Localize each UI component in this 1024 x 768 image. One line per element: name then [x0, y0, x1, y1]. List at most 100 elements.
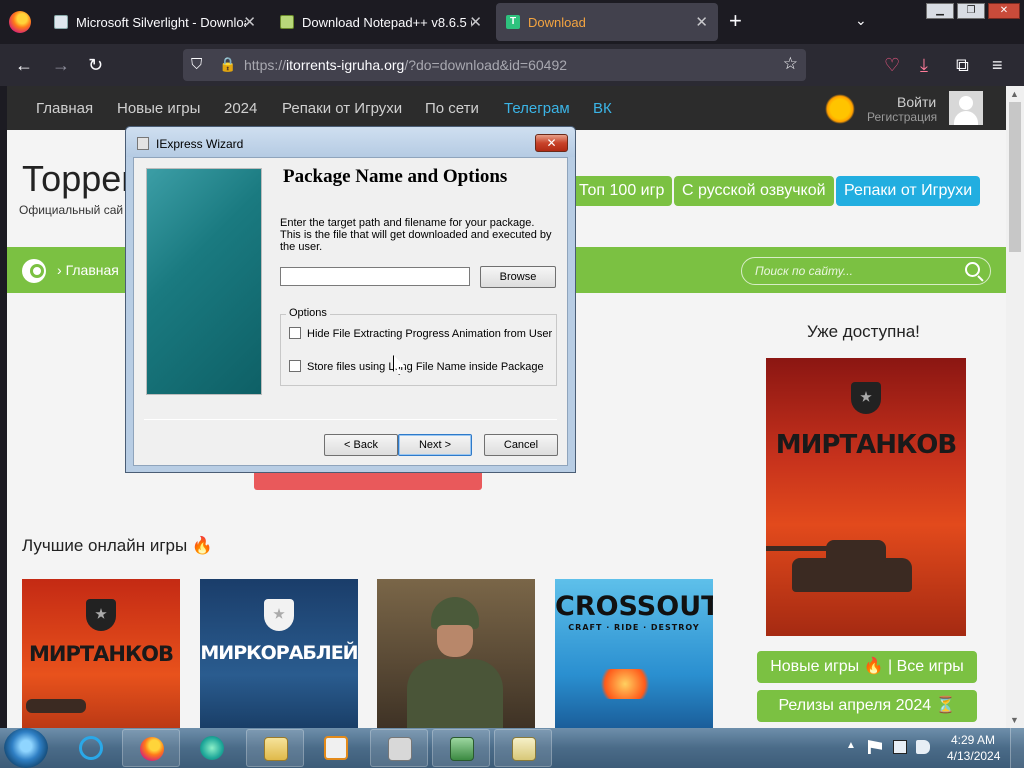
- new-games-button[interactable]: Новые игры 🔥 | Все игры: [757, 651, 977, 683]
- site-nav-online[interactable]: По сети: [425, 100, 479, 117]
- game-card-world-of-warships[interactable]: МИРКОРАБЛЕЙ: [200, 579, 358, 728]
- silverlight-favicon-icon: [54, 15, 68, 29]
- package-path-input[interactable]: [280, 267, 470, 286]
- volume-muted-icon[interactable]: [916, 740, 930, 754]
- login-link[interactable]: Войти: [897, 94, 936, 110]
- extensions-icon[interactable]: ⧉: [956, 55, 969, 75]
- new-tab-button[interactable]: +: [729, 8, 742, 34]
- url-bar[interactable]: ⛉ 🔒 https://itorrents-igruha.org/?do=dow…: [183, 49, 806, 81]
- url-path: /?do=download&id=60492: [404, 57, 568, 73]
- maximize-button[interactable]: ❐: [957, 3, 985, 19]
- bookmark-star-icon[interactable]: ☆: [783, 54, 798, 74]
- taskbar-task-manager[interactable]: [432, 729, 490, 767]
- scrollbar-thumb[interactable]: [1009, 102, 1021, 252]
- breadcrumb[interactable]: › Главная: [57, 262, 119, 278]
- network-icon[interactable]: [893, 740, 907, 754]
- forward-icon[interactable]: →: [52, 55, 70, 75]
- dialog-close-button[interactable]: ✕: [535, 134, 568, 152]
- available-title: Уже доступна!: [807, 322, 920, 341]
- show-desktop-button[interactable]: [1010, 728, 1024, 768]
- next-button[interactable]: Next >: [398, 434, 472, 456]
- reload-icon[interactable]: ↻: [88, 55, 103, 75]
- clock-date[interactable]: 4/13/2024: [947, 749, 1000, 763]
- tab-notepad[interactable]: Download Notepad++ v8.6.5 (s ✕: [270, 3, 492, 41]
- tray-expand-icon[interactable]: ▲: [846, 740, 856, 751]
- register-link[interactable]: Регистрация: [867, 110, 937, 124]
- tab-title: Download: [528, 14, 586, 30]
- promo-banner-world-of-tanks[interactable]: МИРТАНКОВ: [766, 358, 966, 636]
- option-long-file-name[interactable]: Store files using Long File Name inside …: [289, 360, 544, 373]
- action-center-flag-icon[interactable]: [868, 740, 882, 754]
- site-search-input[interactable]: Поиск по сайту...: [741, 257, 991, 285]
- taskbar-firefox[interactable]: [122, 729, 180, 767]
- pill-russian-voice[interactable]: С русской озвучкой: [674, 176, 834, 206]
- lock-icon[interactable]: 🔒: [219, 56, 236, 73]
- firefox-icon: [140, 737, 164, 761]
- game-card-soldier[interactable]: [377, 579, 535, 728]
- back-icon[interactable]: ←: [15, 55, 33, 75]
- notepad-icon: [512, 737, 536, 761]
- scroll-up-icon[interactable]: ▲: [1010, 89, 1019, 99]
- video-player-icon: [324, 736, 348, 760]
- installer-icon: [137, 137, 149, 150]
- clock-time[interactable]: 4:29 AM: [951, 733, 995, 747]
- taskbar-iexpress[interactable]: [370, 729, 428, 767]
- hide-animation-checkbox[interactable]: [289, 327, 301, 339]
- close-icon[interactable]: ✕: [695, 13, 708, 31]
- option-label: Store files using Long File Name inside …: [307, 361, 544, 373]
- pill-top-100[interactable]: Топ 100 игр: [571, 176, 673, 206]
- menu-icon[interactable]: ≡: [992, 55, 1003, 75]
- tab-title: Download Notepad++ v8.6.5 (s: [302, 14, 472, 30]
- site-nav-repacks[interactable]: Репаки от Игрухи: [282, 100, 402, 117]
- scroll-down-icon[interactable]: ▼: [1010, 715, 1019, 725]
- theme-sun-icon[interactable]: [825, 94, 855, 124]
- site-nav-telegram[interactable]: Телеграм: [504, 100, 570, 117]
- window-close-button[interactable]: ✕: [988, 3, 1020, 19]
- dialog-titlebar[interactable]: IExpress Wizard ✕: [126, 127, 575, 157]
- tab-download[interactable]: T Download ✕: [496, 3, 718, 41]
- warships-emblem-icon: [264, 599, 294, 631]
- tracking-shield-icon[interactable]: ⛉: [191, 56, 202, 73]
- browse-button[interactable]: Browse: [480, 266, 556, 288]
- cancel-button[interactable]: Cancel: [484, 434, 558, 456]
- breadcrumb-home[interactable]: Главная: [66, 262, 119, 278]
- site-nav-2024[interactable]: 2024: [224, 100, 257, 117]
- close-icon[interactable]: ✕: [243, 13, 256, 31]
- minimize-button[interactable]: ▁: [926, 3, 954, 19]
- site-nav-vk[interactable]: ВК: [593, 100, 612, 117]
- taskbar-internet-explorer[interactable]: [62, 729, 120, 767]
- back-button[interactable]: < Back: [324, 434, 398, 456]
- tank-emblem-icon: [851, 382, 881, 414]
- promo-logo-text: МИРТАНКОВ: [775, 430, 957, 460]
- search-icon[interactable]: [965, 262, 980, 277]
- url-text[interactable]: https://itorrents-igruha.org/?do=downloa…: [244, 57, 567, 73]
- site-nav: Главная Новые игры 2024 Репаки от Игрухи…: [7, 86, 1006, 130]
- page-scrollbar[interactable]: ▲ ▼: [1006, 86, 1024, 728]
- list-all-tabs-button[interactable]: ⌄: [855, 12, 867, 29]
- dialog-body: Package Name and Options Enter the targe…: [133, 157, 568, 466]
- options-group-label: Options: [286, 307, 330, 319]
- game-logo-text: МИРКОРАБЛЕЙ: [200, 642, 358, 664]
- download-icon[interactable]: ⤓: [920, 55, 928, 75]
- tank-silhouette: [26, 699, 86, 713]
- taskbar-media[interactable]: [183, 729, 241, 767]
- game-card-crossout[interactable]: CROSSOUT CRAFT · RIDE · DESTROY: [555, 579, 713, 728]
- april-releases-button[interactable]: Релизы апреля 2024 ⏳: [757, 690, 977, 722]
- internet-explorer-icon: [79, 736, 103, 760]
- taskbar-video[interactable]: [307, 729, 365, 767]
- tab-silverlight[interactable]: Microsoft Silverlight - Downloa ✕: [44, 3, 266, 41]
- url-scheme: https://: [244, 57, 287, 73]
- close-icon[interactable]: ✕: [469, 13, 482, 31]
- pocket-icon[interactable]: ♡: [884, 55, 900, 75]
- site-nav-home[interactable]: Главная: [36, 100, 93, 117]
- long-file-name-checkbox[interactable]: [289, 360, 301, 372]
- pill-repacks[interactable]: Репаки от Игрухи: [836, 176, 981, 206]
- start-button[interactable]: [4, 728, 48, 768]
- avatar[interactable]: [949, 91, 983, 125]
- option-hide-animation[interactable]: Hide File Extracting Progress Animation …: [289, 327, 552, 340]
- site-nav-new-games[interactable]: Новые игры: [117, 100, 200, 117]
- game-logo-text: МИРТАНКОВ: [28, 642, 174, 666]
- taskbar-notepad[interactable]: [494, 729, 552, 767]
- game-card-world-of-tanks[interactable]: МИРТАНКОВ: [22, 579, 180, 728]
- taskbar-explorer[interactable]: [246, 729, 304, 767]
